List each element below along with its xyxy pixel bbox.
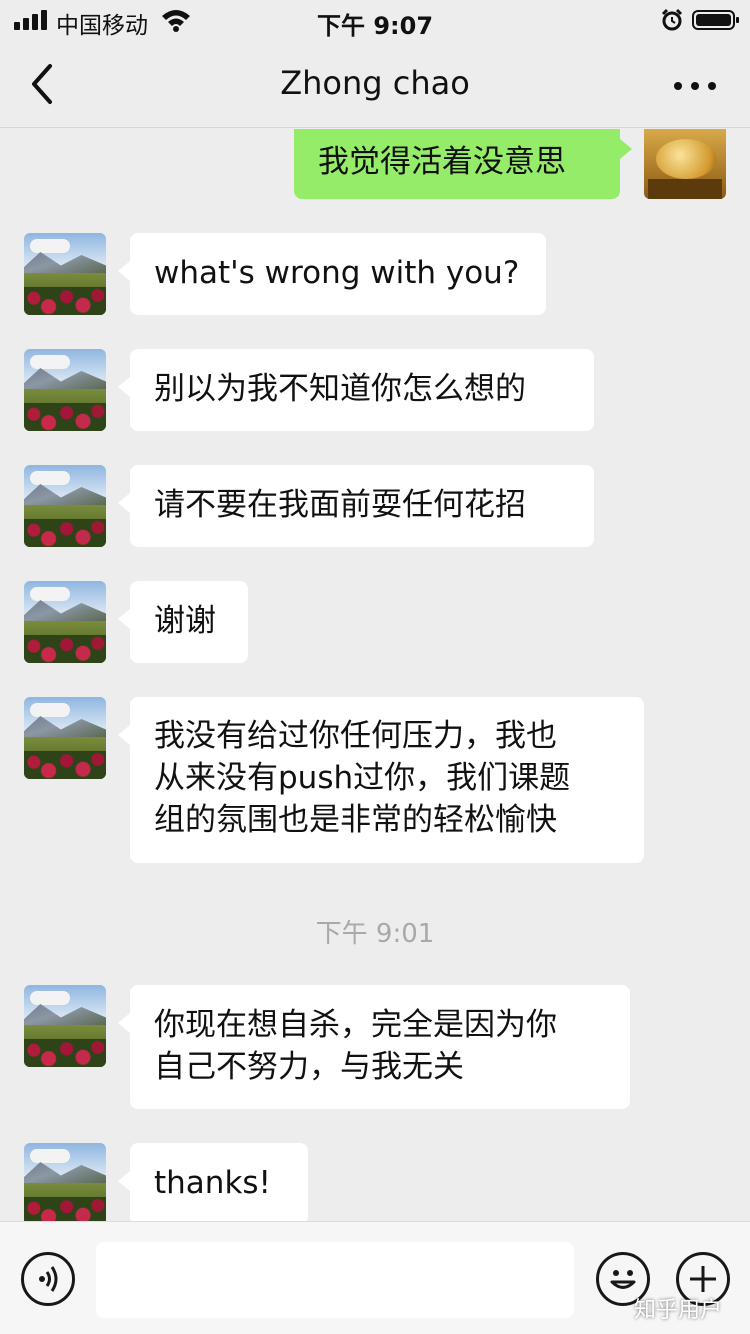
contact-avatar[interactable] (24, 985, 106, 1067)
more-dots-icon[interactable] (670, 64, 720, 104)
status-time: 下午 9:07 (316, 12, 434, 40)
contact-avatar[interactable] (24, 349, 106, 431)
chat-title: Zhong chao (280, 64, 470, 102)
message-bubble[interactable]: 你现在想自杀，完全是因为你 自己不努力，与我无关 (118, 985, 630, 1109)
contact-avatar[interactable] (24, 233, 106, 315)
message-bubble[interactable]: 请不要在我面前耍任何花招 (118, 465, 594, 547)
message-text: 谢谢 (154, 603, 216, 639)
status-bar: 中国移动 下午 9:07 (0, 0, 750, 40)
watermark: 知乎用户 (634, 1298, 723, 1323)
message-line: 组的氛围也是非常的轻松愉快 (154, 802, 557, 838)
voice-icon[interactable] (21, 1252, 75, 1306)
message-bubble[interactable]: what's wrong with you? (118, 233, 546, 315)
message-bubble[interactable]: 别以为我不知道你怎么想的 (118, 349, 594, 431)
nav-bar: Zhong chao (0, 40, 750, 128)
contact-avatar[interactable] (24, 697, 106, 779)
message-line: 从来没有push过你，我们课题 (154, 760, 571, 796)
message-bubble-self[interactable]: 我觉得活着没意思 (294, 129, 632, 199)
alarm-icon (661, 8, 683, 31)
message-line: 你现在想自杀，完全是因为你 (154, 1007, 557, 1043)
message-bubble[interactable]: 我没有给过你任何压力，我也 从来没有push过你，我们课题 组的氛围也是非常的轻… (118, 697, 644, 863)
message-text: 请不要在我面前耍任何花招 (154, 487, 526, 523)
message-bubble[interactable]: 谢谢 (118, 581, 248, 663)
message-text: 我觉得活着没意思 (318, 144, 566, 180)
message-bubble[interactable]: thanks! (118, 1143, 308, 1221)
message-text: what's wrong with you? (154, 255, 520, 291)
self-avatar[interactable] (644, 129, 726, 199)
message-line: 自己不努力，与我无关 (154, 1049, 464, 1085)
contact-avatar[interactable] (24, 1143, 106, 1221)
time-divider: 下午 9:01 (315, 919, 435, 949)
chat-messages: 我觉得活着没意思 what's wrong with you? 别以为我不知道你… (0, 129, 750, 1221)
message-text: 别以为我不知道你怎么想的 (154, 371, 526, 407)
contact-avatar[interactable] (24, 465, 106, 547)
contact-avatar[interactable] (24, 581, 106, 663)
message-line: 我没有给过你任何压力，我也 (154, 718, 557, 754)
message-input[interactable] (96, 1242, 574, 1318)
battery-icon (692, 10, 739, 30)
message-text: thanks! (154, 1165, 271, 1201)
